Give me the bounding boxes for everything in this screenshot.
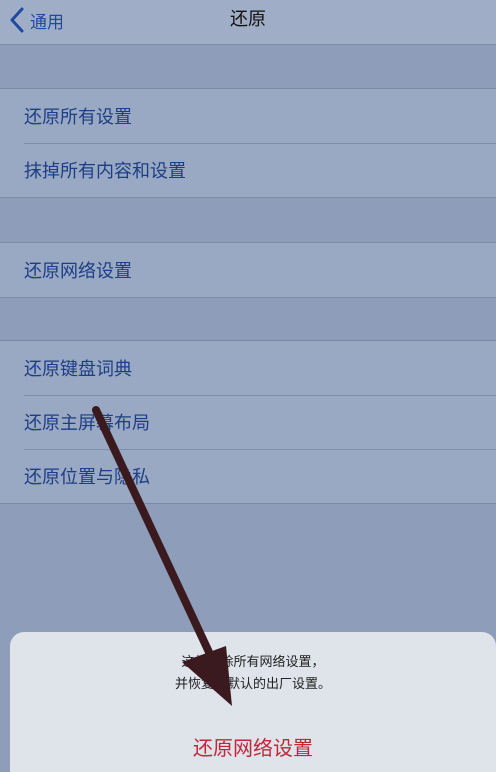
reset-all-settings[interactable]: 还原所有设置 <box>0 89 496 143</box>
reset-network-settings[interactable]: 还原网络设置 <box>0 243 496 297</box>
reset-group-3: 还原键盘词典 还原主屏幕布局 还原位置与隐私 <box>0 340 496 504</box>
reset-home-screen-layout[interactable]: 还原主屏幕布局 <box>0 395 496 449</box>
erase-all-content-and-settings[interactable]: 抹掉所有内容和设置 <box>0 143 496 197</box>
action-sheet-message-line-2: 并恢复到默认的出厂设置。 <box>174 677 331 692</box>
action-sheet-message: 这将删除所有网络设置， 并恢复到默认的出厂设置。 <box>10 652 496 696</box>
reset-group-1: 还原所有设置 抹掉所有内容和设置 <box>0 88 496 198</box>
action-sheet: 这将删除所有网络设置， 并恢复到默认的出厂设置。 还原网络设置 <box>10 632 496 772</box>
reset-group-2: 还原网络设置 <box>0 242 496 298</box>
reset-location-privacy[interactable]: 还原位置与隐私 <box>0 449 496 503</box>
nav-bar: 通用 还原 <box>0 0 496 45</box>
reset-keyboard-dictionary[interactable]: 还原键盘词典 <box>0 341 496 395</box>
action-sheet-message-line-1: 这将删除所有网络设置， <box>181 655 325 670</box>
confirm-reset-network-button[interactable]: 还原网络设置 <box>10 732 496 761</box>
page-title: 还原 <box>230 9 266 30</box>
